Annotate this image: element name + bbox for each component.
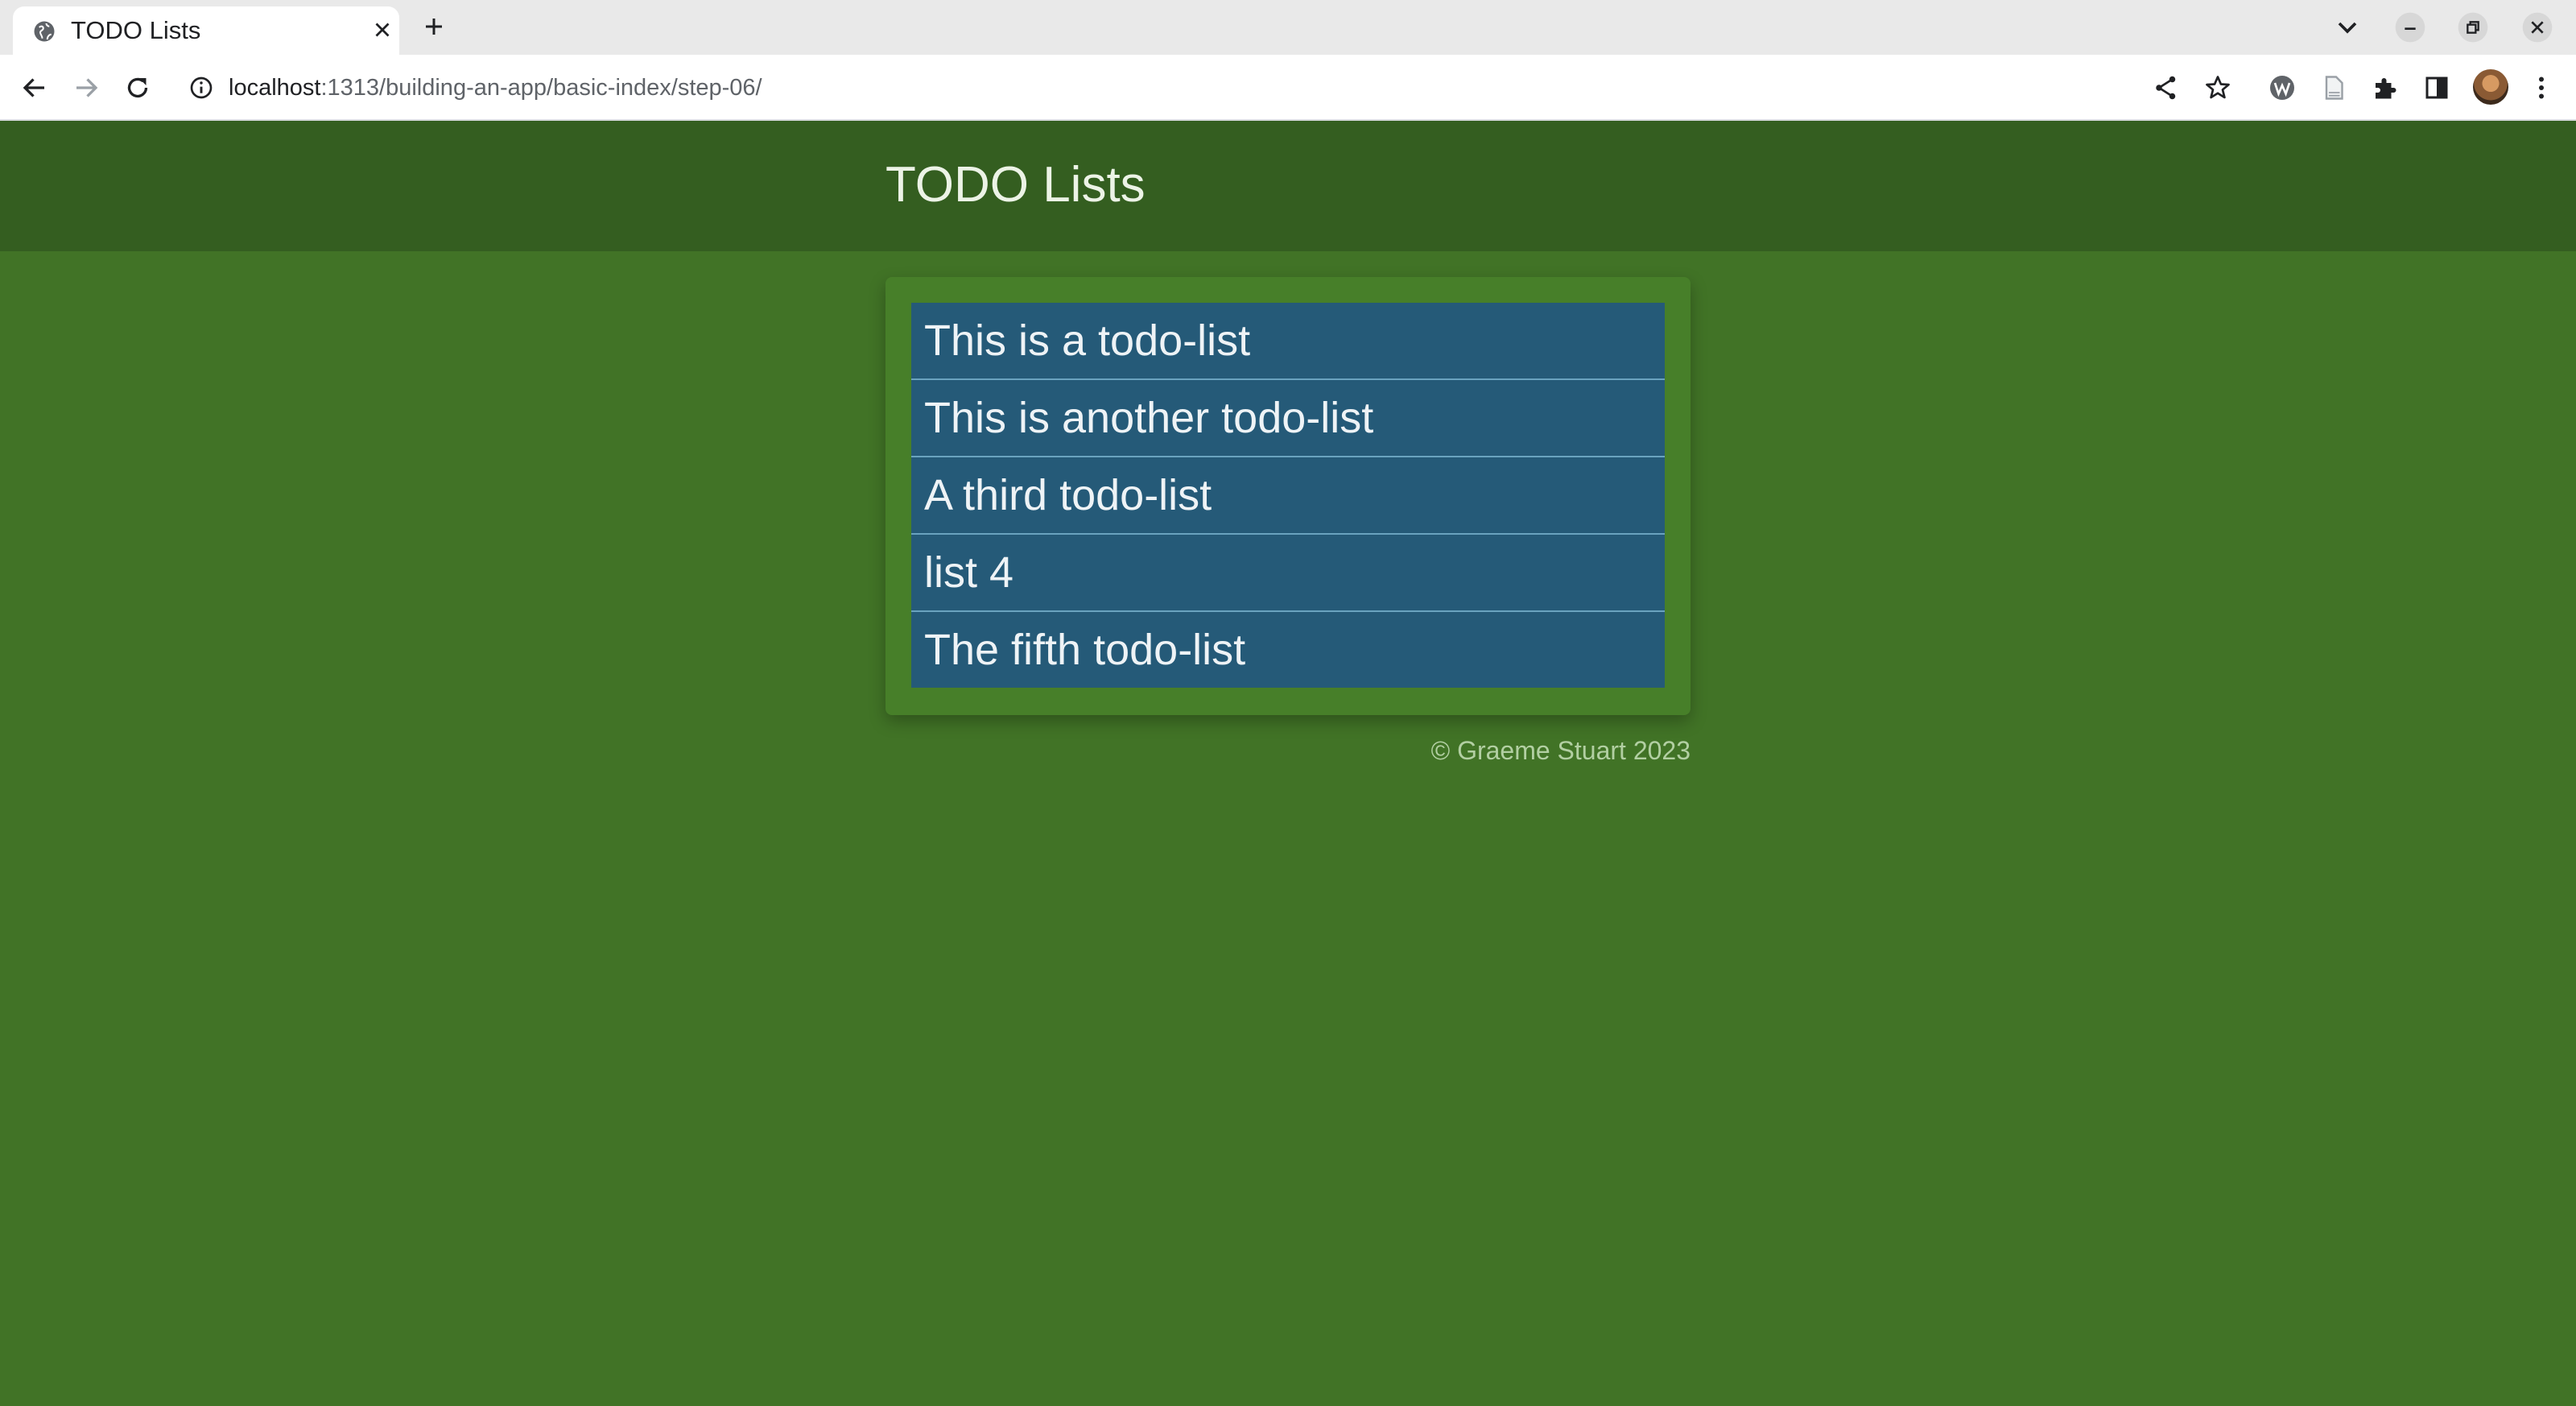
close-icon[interactable] <box>370 18 394 42</box>
info-icon[interactable] <box>188 75 214 101</box>
todo-list-item[interactable]: This is another todo-list <box>911 380 1665 457</box>
w-extension-icon <box>2270 76 2294 100</box>
menu-button[interactable] <box>2523 69 2560 106</box>
todo-list-label: A third todo-list <box>924 471 1212 519</box>
w-extension-button[interactable] <box>2264 69 2301 106</box>
share-icon <box>2156 76 2176 100</box>
tab-list-button[interactable] <box>2331 11 2363 43</box>
close-window-button[interactable] <box>2521 11 2553 43</box>
browser-tab[interactable]: TODO Lists <box>13 6 399 55</box>
minimize-icon <box>2395 12 2425 43</box>
restore-icon <box>2458 12 2488 43</box>
url-text[interactable]: localhost:1313/building-an-app/basic-ind… <box>229 74 762 101</box>
todo-list-label: The fifth todo-list <box>924 626 1246 674</box>
close-icon <box>2522 12 2553 43</box>
site-header: TODO Lists <box>0 121 2576 251</box>
page-title: TODO Lists <box>886 157 1146 213</box>
star-icon <box>2206 76 2230 99</box>
address-bar[interactable]: localhost:1313/building-an-app/basic-ind… <box>174 61 2138 114</box>
todo-list-label: This is another todo-list <box>924 394 1374 442</box>
page-content: TODO Lists This is a todo-list This is a… <box>0 121 2576 1406</box>
tab-title: TODO Lists <box>71 16 201 44</box>
reload-icon <box>127 77 148 98</box>
puzzle-icon <box>2376 78 2396 99</box>
plus-icon[interactable] <box>422 14 446 39</box>
todo-list-item[interactable]: A third todo-list <box>911 457 1665 535</box>
url-path: :1313/building-an-app/basic-index/step-0… <box>320 75 762 101</box>
reload-button[interactable] <box>119 69 156 106</box>
todo-list-label: This is a todo-list <box>924 316 1251 365</box>
back-button[interactable] <box>16 69 53 106</box>
extensions-button[interactable] <box>2367 69 2404 106</box>
browser-tab-bar: TODO Lists <box>0 0 2576 55</box>
side-panel-icon <box>2425 77 2448 99</box>
share-button[interactable] <box>2148 69 2185 106</box>
kebab-menu-icon <box>2539 77 2544 99</box>
document-extension-button[interactable] <box>2315 69 2352 106</box>
todo-lists-panel: This is a todo-list This is another todo… <box>886 277 1690 715</box>
side-panel-button[interactable] <box>2418 69 2455 106</box>
todo-list-item[interactable]: This is a todo-list <box>911 303 1665 380</box>
todo-list-item[interactable]: list 4 <box>911 535 1665 612</box>
todo-lists: This is a todo-list This is another todo… <box>911 303 1665 688</box>
arrow-right-icon <box>76 78 98 97</box>
forward-button[interactable] <box>68 69 105 106</box>
globe-icon <box>34 21 55 42</box>
minimize-button[interactable] <box>2394 11 2426 43</box>
document-icon <box>2325 76 2343 100</box>
profile-avatar[interactable] <box>2473 69 2508 105</box>
restore-button[interactable] <box>2457 11 2489 43</box>
chevron-down-icon <box>2338 22 2357 34</box>
todo-list-item[interactable]: The fifth todo-list <box>911 612 1665 688</box>
copyright-footer: © Graeme Stuart 2023 <box>1430 736 1690 765</box>
bookmark-button[interactable] <box>2199 69 2236 106</box>
browser-toolbar: localhost:1313/building-an-app/basic-ind… <box>0 55 2576 121</box>
todo-list-label: list 4 <box>924 548 1014 597</box>
url-host: localhost <box>229 75 321 101</box>
arrow-left-icon <box>23 78 44 97</box>
